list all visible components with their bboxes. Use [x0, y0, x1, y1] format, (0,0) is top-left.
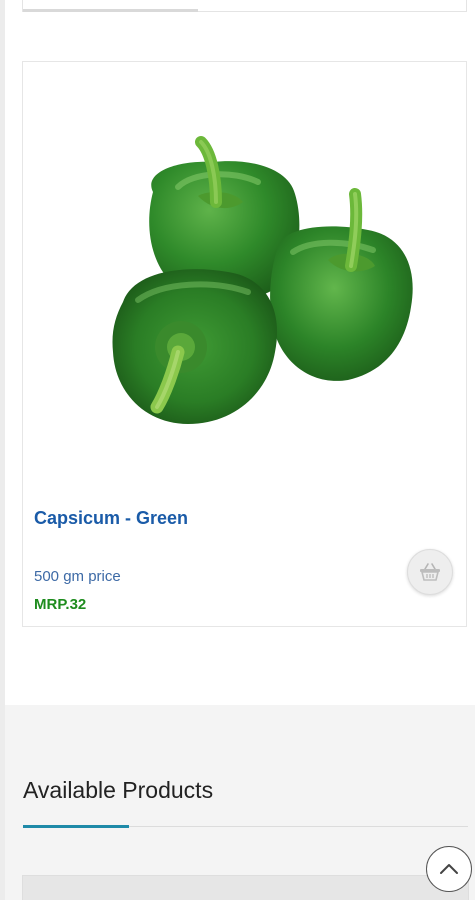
product-unit-price: 500 gm price: [34, 568, 121, 585]
product-card[interactable]: Capsicum - Green 500 gm price MRP.32: [22, 61, 467, 627]
scroll-to-top-button[interactable]: [426, 846, 472, 892]
page: Capsicum - Green 500 gm price MRP.32 Ava…: [0, 0, 475, 900]
add-to-basket-button[interactable]: [407, 549, 453, 595]
product-listing-preview: [22, 875, 469, 900]
chevron-up-icon: [440, 864, 458, 874]
basket-icon: [420, 563, 440, 581]
previous-card-edge: [22, 0, 467, 12]
pepper-front: [112, 269, 278, 424]
available-products-section: Available Products: [5, 705, 475, 900]
product-title[interactable]: Capsicum - Green: [34, 508, 188, 529]
previous-card-bar: [23, 9, 198, 12]
section-title-accent: [23, 825, 129, 828]
product-mrp: MRP.32: [34, 596, 87, 613]
section-title: Available Products: [23, 777, 214, 803]
green-capsicum-image[interactable]: [83, 132, 423, 442]
